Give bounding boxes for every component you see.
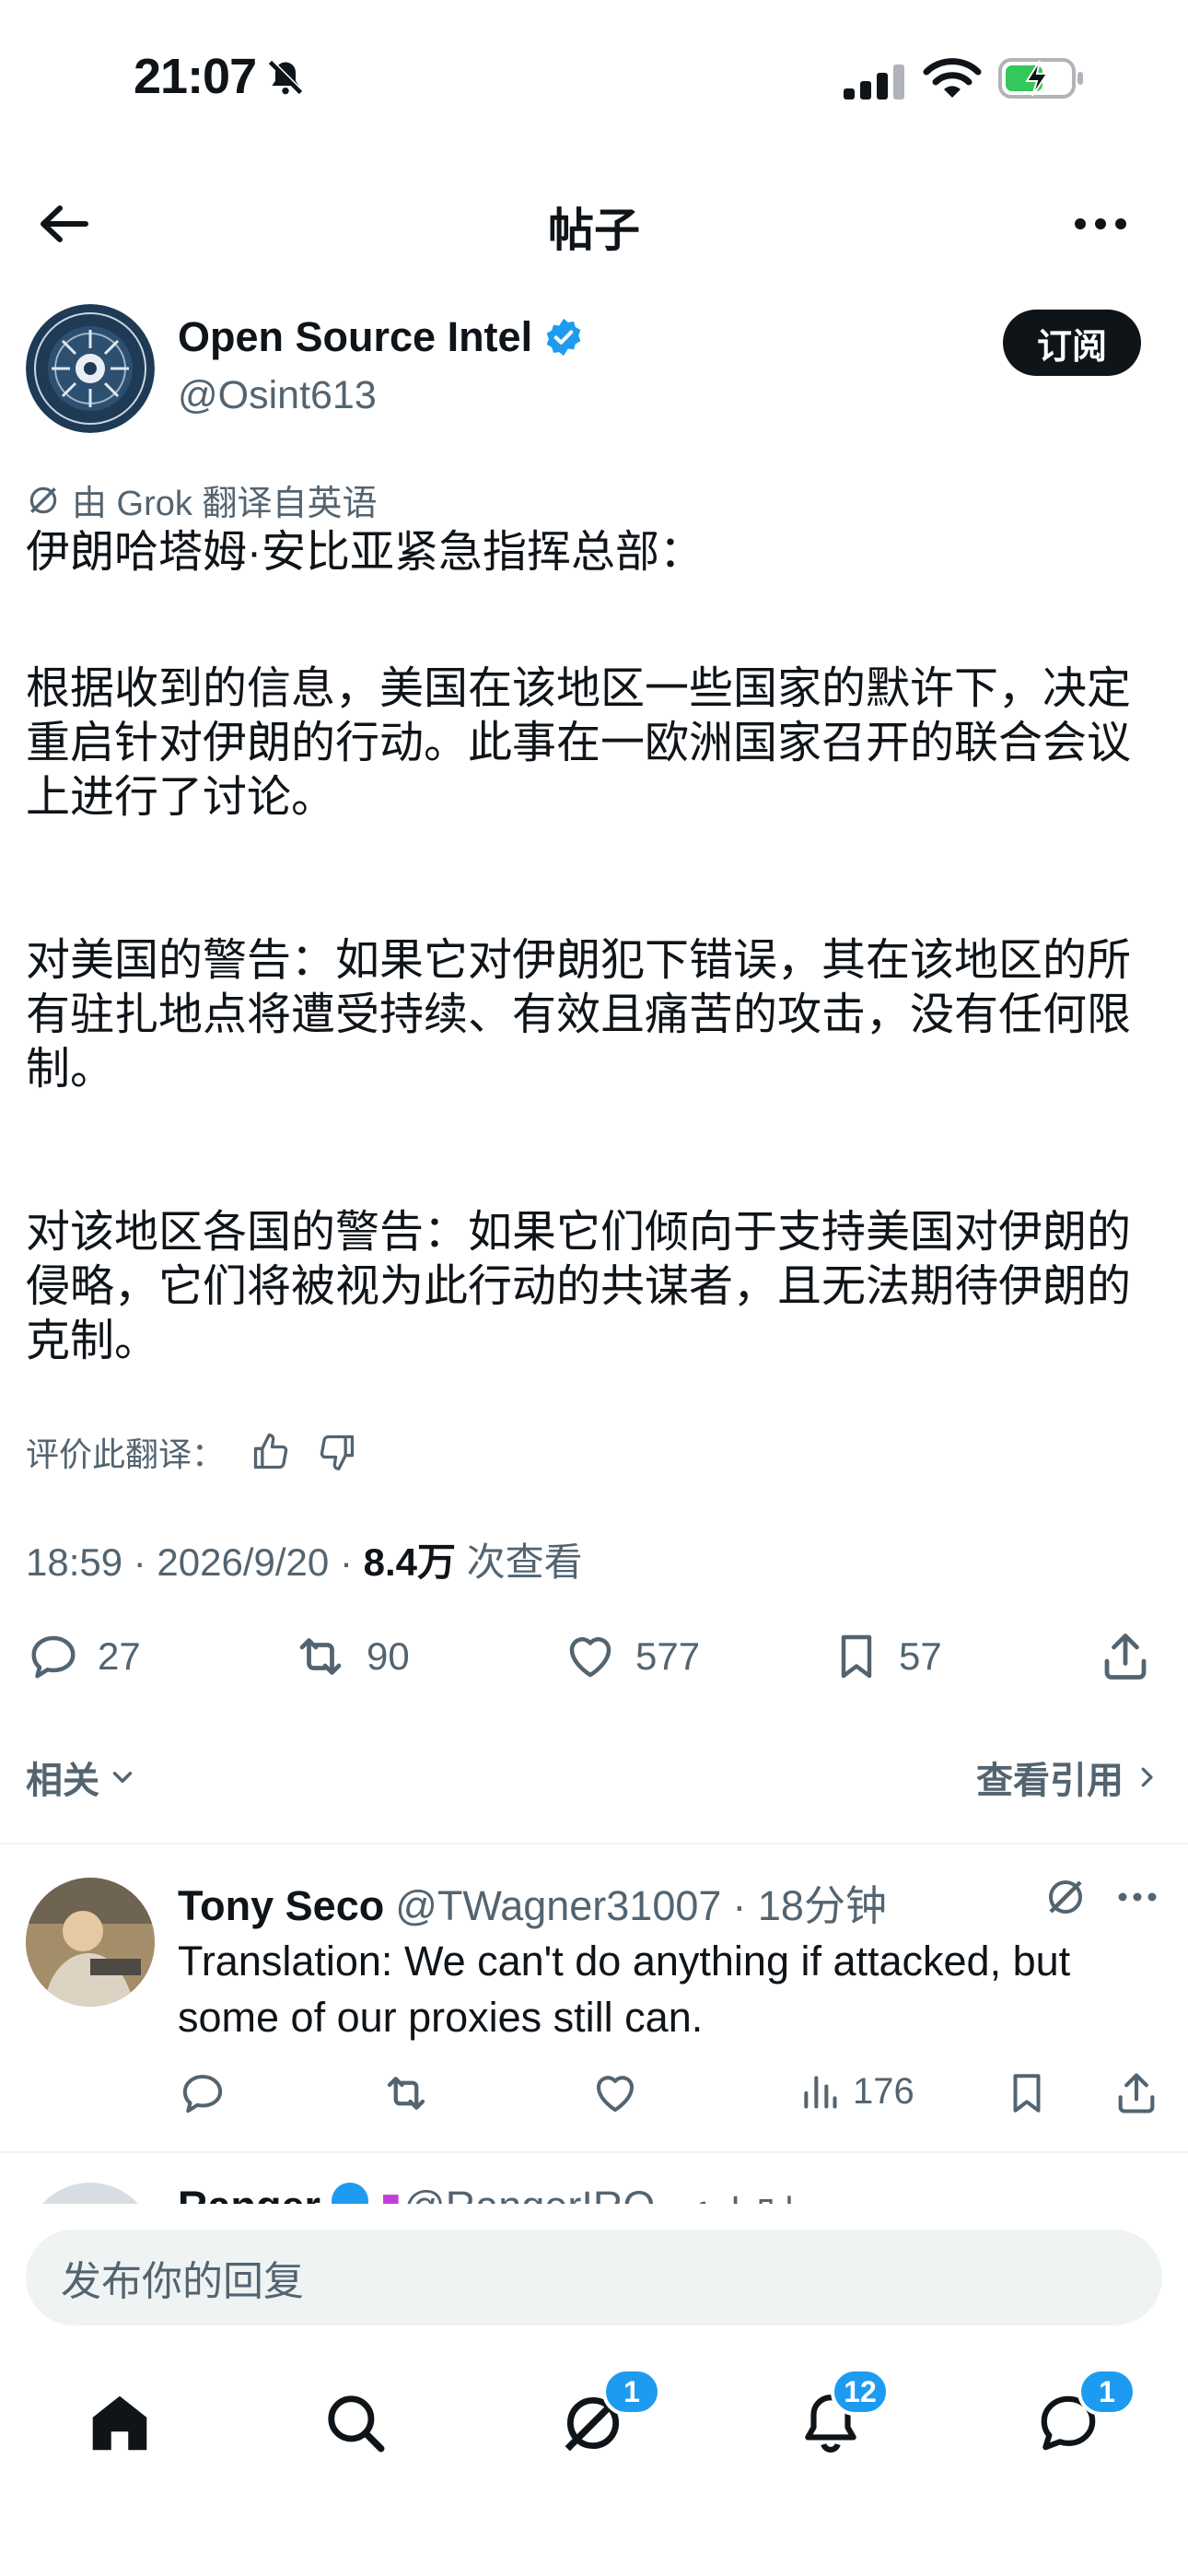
grok-badge: 1 (602, 2368, 661, 2416)
reply-avatar[interactable] (26, 1878, 155, 2007)
page-title: 帖子 (548, 205, 640, 256)
more-horizontal-icon (1118, 1892, 1157, 1902)
bookmark-icon (841, 1634, 872, 1679)
views-label: 次查看 (456, 1540, 583, 1584)
author-name-row[interactable]: Open Source Intel (178, 313, 584, 361)
grok-icon (29, 486, 57, 513)
chevron-down-icon (112, 1772, 133, 1783)
chevron-right-icon (1141, 1767, 1153, 1787)
reply-icon (31, 1635, 76, 1679)
rate-translation-row: 评价此翻译： (26, 1428, 357, 1476)
next-reply-author-name[interactable]: Ranger (178, 2183, 320, 2204)
related-dropdown[interactable]: 相关 (26, 1751, 138, 1804)
tab-home[interactable] (74, 2377, 166, 2469)
pink-marker-icon: ▮ (379, 2183, 402, 2204)
view-quotes-link[interactable]: 查看引用 (976, 1751, 1160, 1804)
reply-grok-button[interactable] (1043, 1875, 1088, 1919)
rate-translation-label: 评价此翻译： (26, 1435, 226, 1473)
reply-views-action[interactable]: 176 (799, 2068, 914, 2114)
share-icon (1104, 1633, 1147, 1680)
bookmark-count: 57 (899, 1634, 942, 1678)
retweet-count: 90 (367, 1634, 410, 1678)
notifications-badge: 12 (831, 2368, 890, 2416)
bookmark-action[interactable]: 57 (831, 1629, 942, 1684)
analytics-bars-icon (804, 2076, 837, 2109)
reply-text: Translation: We can't do anything if att… (178, 1938, 1071, 2041)
reply-author-handle[interactable]: @TWagner31007 (395, 1882, 721, 1930)
reply-author-name[interactable]: Tony Seco (178, 1882, 384, 1930)
battery-icon (997, 55, 1086, 101)
more-options-button[interactable] (1068, 192, 1133, 256)
reply-icon (182, 2074, 223, 2113)
heart-icon (569, 1637, 611, 1678)
silent-mode-icon (265, 57, 306, 98)
more-horizontal-icon (1075, 218, 1126, 229)
bookmark-icon (1013, 2074, 1041, 2113)
cellular-signal-icon (840, 61, 906, 101)
translation-notice[interactable]: 由 Grok 翻译自英语 (26, 474, 377, 525)
thumbs-up-icon[interactable] (250, 1432, 291, 1472)
subscribe-button[interactable]: 订阅 (1003, 310, 1141, 376)
reply-like-action[interactable] (589, 2068, 641, 2118)
views-count: 8.4万 (363, 1540, 456, 1584)
retweet-icon (299, 1638, 342, 1675)
thumbs-down-icon[interactable] (317, 1432, 357, 1472)
grok-icon (1049, 1880, 1082, 1914)
next-reply-partial: Ranger ▮ @RangerIRO · 1小时 (0, 2179, 1188, 2204)
tweet-text-paragraph: 伊朗哈塔姆·安比亚紧急指挥总部： (26, 528, 704, 577)
author-handle[interactable]: @Osint613 (178, 373, 377, 418)
divider (0, 2151, 1188, 2153)
heart-icon (596, 2076, 635, 2113)
reply-more-button[interactable] (1117, 1891, 1158, 1903)
author-avatar[interactable] (26, 304, 155, 433)
next-reply-avatar[interactable] (26, 2183, 155, 2204)
tweet-text-paragraph: 对该地区各国的警告：如果它们倾向于支持美国对伊朗的侵略，它们将被视为此行动的共谋… (26, 1208, 1132, 1365)
home-icon (92, 2395, 147, 2451)
reply-reply-action[interactable] (178, 2068, 227, 2118)
next-reply-time: · 1小时 (666, 2183, 798, 2204)
like-count: 577 (635, 1634, 701, 1678)
share-action[interactable] (1098, 1629, 1153, 1684)
tweet-meta: 18:59 · 2026/9/20 · 8.4万 次查看 (26, 1531, 583, 1587)
reply-share-action[interactable] (1112, 2068, 1160, 2118)
reply-views-count: 176 (853, 2070, 914, 2112)
translation-notice-label: 由 Grok 翻译自英语 (72, 485, 378, 523)
tweet-text-paragraph: 根据收到的信息，美国在该地区一些国家的默许下，决定重启针对伊朗的行动。此事在一欧… (26, 664, 1132, 822)
retweet-icon (387, 2077, 425, 2110)
view-quotes-label: 查看引用 (976, 1761, 1124, 1801)
next-reply-header: Ranger ▮ @RangerIRO · 1小时 (178, 2183, 798, 2204)
share-icon (1118, 2073, 1155, 2113)
wifi-icon (923, 57, 982, 101)
tweet-timestamp[interactable]: 18:59 · 2026/9/20 · (26, 1540, 364, 1584)
reply-header: Tony Seco @TWagner31007 · 18分钟 (178, 1872, 887, 1932)
tweet-text-paragraph: 对美国的警告：如果它对伊朗犯下错误，其在该地区的所有驻扎地点将遭受持续、有效且痛… (26, 936, 1132, 1094)
verified-badge-icon (332, 2183, 369, 2204)
like-action[interactable]: 577 (562, 1629, 700, 1684)
messages-badge: 1 (1077, 2368, 1136, 2416)
reply-action[interactable]: 27 (26, 1629, 141, 1684)
verified-badge-icon (546, 318, 581, 357)
search-icon (328, 2395, 385, 2453)
reply-retweet-action[interactable] (379, 2068, 433, 2118)
next-reply-author-handle[interactable]: @RangerIRO (403, 2183, 655, 2204)
reply-time: · 18分钟 (732, 1882, 887, 1929)
reply-input[interactable]: 发布你的回复 (26, 2230, 1162, 2325)
status-time: 21:07 (134, 49, 257, 104)
divider (0, 1843, 1188, 1844)
retweet-action[interactable]: 90 (291, 1629, 410, 1684)
author-name: Open Source Intel (178, 313, 533, 360)
reply-count: 27 (98, 1634, 141, 1678)
related-label: 相关 (26, 1761, 99, 1801)
tab-search[interactable] (309, 2377, 402, 2469)
reply-bookmark-action[interactable] (1004, 2068, 1050, 2118)
